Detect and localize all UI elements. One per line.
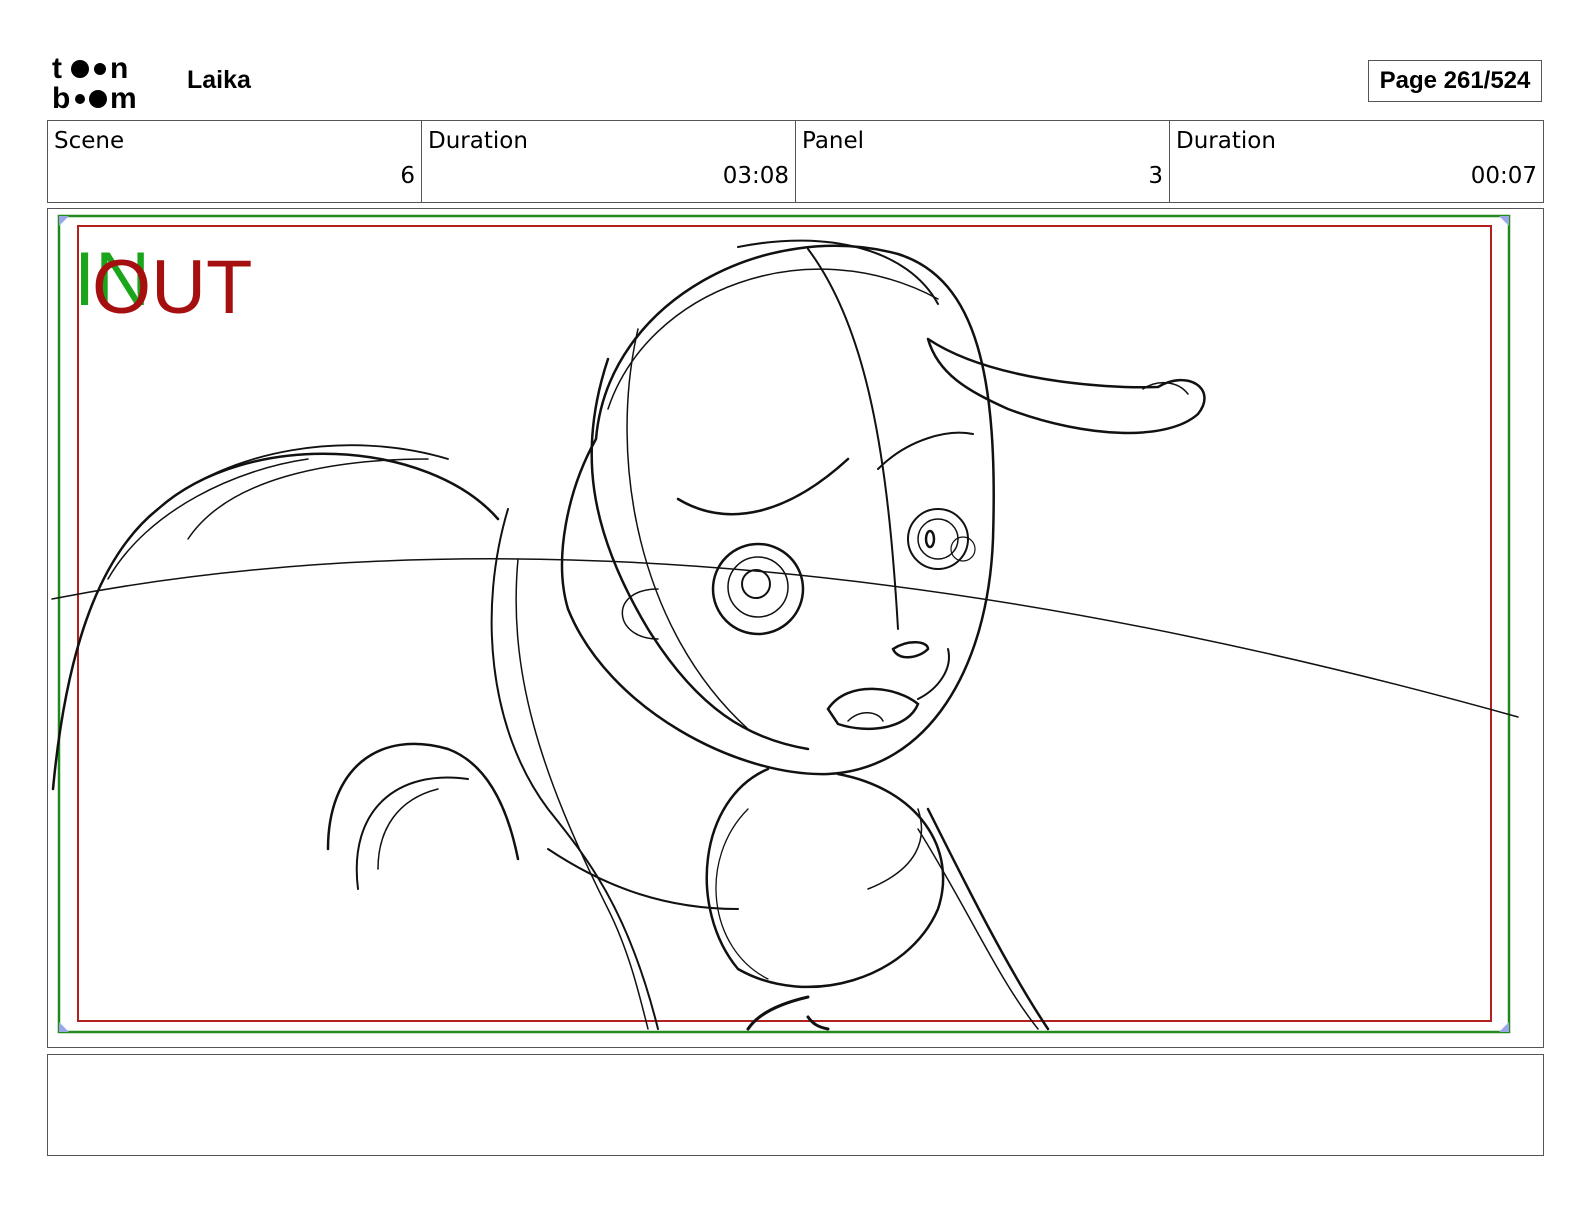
- panel-label: Panel: [802, 128, 865, 154]
- scene-info-bar: Scene 6 Duration 03:08 Panel 3 Duration …: [47, 120, 1544, 203]
- scene-label: Scene: [54, 128, 125, 154]
- storyboard-panel[interactable]: IN OUT: [47, 208, 1544, 1048]
- toon-boom-logo: t n b m: [52, 50, 164, 115]
- project-name: Laika: [187, 66, 251, 94]
- scene-value: 6: [400, 163, 415, 189]
- scene-cell: Scene 6: [48, 121, 422, 202]
- page-counter: Page 261/524: [1368, 60, 1542, 102]
- title-safe-frame: [77, 225, 1492, 1022]
- panel-value: 3: [1148, 163, 1163, 189]
- action-safe-frame: [57, 214, 1511, 1034]
- svg-text:t: t: [52, 52, 62, 85]
- panel-duration-label: Duration: [1176, 128, 1276, 154]
- out-marker: OUT: [92, 245, 252, 330]
- scene-duration-cell: Duration 03:08: [422, 121, 796, 202]
- panel-sketch: IN OUT: [51, 214, 1519, 1034]
- panel-duration-value: 00:07: [1470, 163, 1537, 189]
- scene-duration-value: 03:08: [722, 163, 789, 189]
- panel-cell: Panel 3: [796, 121, 1170, 202]
- scene-duration-label: Duration: [428, 128, 528, 154]
- svg-text:m: m: [110, 82, 137, 112]
- svg-text:n: n: [110, 52, 128, 85]
- panel-notes-box[interactable]: [47, 1054, 1544, 1156]
- character-sketch: [51, 239, 1519, 1031]
- svg-text:b: b: [52, 82, 70, 112]
- corner-markers: [59, 216, 1509, 1032]
- panel-duration-cell: Duration 00:07: [1170, 121, 1543, 202]
